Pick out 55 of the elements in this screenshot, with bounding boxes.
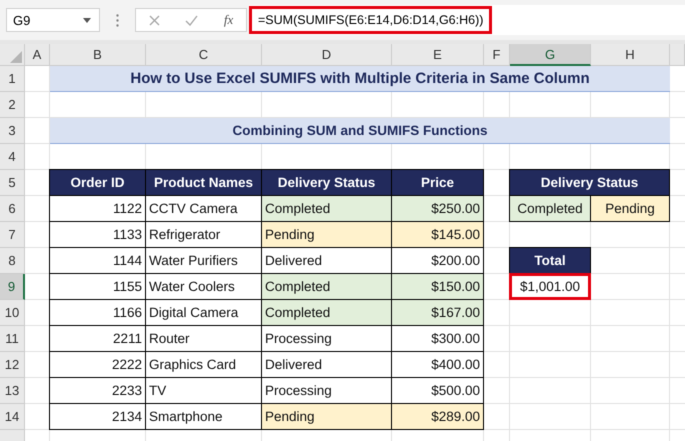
column-header[interactable]: C [146,44,262,66]
row-header[interactable]: 12 [0,352,25,378]
row-header[interactable]: 10 [0,300,25,326]
column-heading: Delivery Status [509,169,670,196]
table-cell: $289.00 [391,403,484,430]
select-all-corner[interactable] [0,44,25,66]
column-header[interactable]: D [262,44,392,66]
column-header[interactable]: G [510,44,591,66]
total-cell[interactable]: $1,001.00 [509,273,591,300]
table-cell: Completed [261,273,392,300]
table-cell: Pending [261,403,392,430]
formula-input[interactable]: =SUM(SUMIFS(E6:E14,D6:D14,G6:H6)) [249,5,685,35]
column-heading: Delivery Status [261,169,392,196]
column-heading: Product Names [145,169,262,196]
table-cell: 2134 [49,403,146,430]
table-cell: Pending [590,195,670,222]
row-header[interactable]: 11 [0,326,25,352]
column-heading: Price [391,169,484,196]
sheet-title: How to Use Excel SUMIFS with Multiple Criteria in Same Column [50,66,670,92]
select-all-icon[interactable] [10,51,22,63]
table-cell: Pending [261,221,392,248]
row-header[interactable]: 8 [0,248,25,274]
row-header[interactable]: 3 [0,118,25,144]
column-heading: Order ID [49,169,146,196]
table-cell: Completed [509,195,591,222]
row-header[interactable]: 4 [0,144,25,170]
column-header[interactable]: E [392,44,484,66]
table-cell: $250.00 [391,195,484,222]
column-heading: Total [509,247,591,274]
row-header[interactable]: 1 [0,66,25,92]
sheet-subtitle: Combining SUM and SUMIFS Functions [50,118,670,144]
row-header[interactable]: 6 [0,196,25,222]
row-header[interactable]: 2 [0,92,25,118]
table-cell: $167.00 [391,299,484,326]
column-header[interactable]: F [484,44,510,66]
column-header[interactable] [670,44,685,66]
formula-text: =SUM(SUMIFS(E6:E14,D6:D14,G6:H6)) [249,6,492,34]
column-header[interactable]: A [25,44,50,66]
check-icon[interactable] [185,14,198,26]
table-cell: Completed [261,195,392,222]
insert-function-button[interactable]: fx [224,12,234,28]
row-header[interactable]: 5 [0,170,25,196]
name-box[interactable]: G9 [6,8,100,32]
column-header[interactable]: H [591,44,670,66]
row-header[interactable]: 13 [0,378,25,404]
table-cell: Completed [261,299,392,326]
row-header[interactable]: 9 [0,274,25,300]
table-cell: $145.00 [391,221,484,248]
cancel-icon[interactable] [148,14,160,26]
row-header[interactable]: 14 [0,404,25,430]
row-header[interactable]: 7 [0,222,25,248]
table-cell: $150.00 [391,273,484,300]
column-header[interactable]: B [50,44,146,66]
more-options-icon[interactable] [116,14,119,26]
dropdown-caret-icon[interactable] [83,18,91,22]
